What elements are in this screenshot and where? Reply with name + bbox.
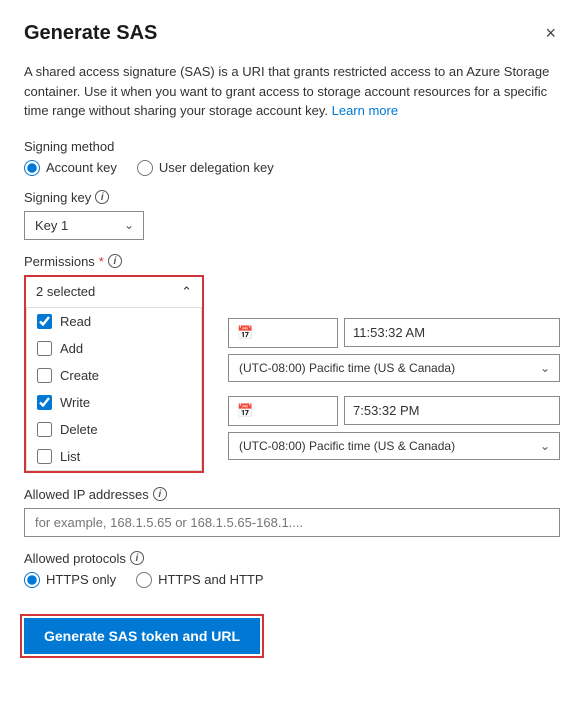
permissions-info-icon: i [108,254,122,268]
start-time-row: 📅 [228,318,560,348]
https-http-label: HTTPS and HTTP [158,572,263,587]
permissions-dropdown-box: 2 selected ⌃ Read Add [24,275,204,473]
permission-read-label: Read [60,314,91,329]
allowed-ip-group: Allowed IP addresses i [24,487,560,537]
allowed-ip-info-icon: i [153,487,167,501]
dialog-header: Generate SAS × [24,20,560,46]
https-only-radio[interactable] [24,572,40,588]
permission-delete-checkbox[interactable] [37,422,52,437]
permissions-chevron-icon: ⌃ [181,284,192,300]
signing-key-group: Signing key i Key 1 ⌄ [24,190,560,240]
permission-list-option[interactable]: List [27,443,201,470]
permission-write-option[interactable]: Write [27,389,201,416]
permission-list-checkbox[interactable] [37,449,52,464]
account-key-radio[interactable] [24,160,40,176]
account-key-option[interactable]: Account key [24,160,117,176]
permission-list-label: List [60,449,80,464]
account-key-label: Account key [46,160,117,175]
signing-method-label: Signing method [24,139,560,154]
permissions-label: Permissions * i [24,254,214,269]
expiry-timezone-wrapper: (UTC-08:00) Pacific time (US & Canada) ⌄ [228,432,560,460]
permission-delete-label: Delete [60,422,98,437]
permissions-required-star: * [99,254,104,269]
permission-create-checkbox[interactable] [37,368,52,383]
protocols-radio-group: HTTPS only HTTPS and HTTP [24,572,560,588]
expiry-timezone-select[interactable]: (UTC-08:00) Pacific time (US & Canada) [228,432,560,460]
start-date-picker[interactable]: 📅 [228,318,338,348]
https-only-option[interactable]: HTTPS only [24,572,116,588]
https-only-label: HTTPS only [46,572,116,587]
permission-write-label: Write [60,395,90,410]
datetime-column: 📅 (UTC-08:00) Pacific time (US & Canada)… [214,254,560,474]
https-http-option[interactable]: HTTPS and HTTP [136,572,263,588]
allowed-protocols-label: Allowed protocols i [24,551,560,566]
expiry-calendar-icon: 📅 [237,403,253,419]
permission-add-checkbox[interactable] [37,341,52,356]
permission-read-checkbox[interactable] [37,314,52,329]
permission-add-label: Add [60,341,83,356]
calendar-icon: 📅 [237,325,253,341]
description-text: A shared access signature (SAS) is a URI… [24,62,560,121]
signing-key-select[interactable]: Key 1 [24,211,144,240]
https-http-radio[interactable] [136,572,152,588]
permissions-list: Read Add Create Write [26,308,202,471]
permission-create-option[interactable]: Create [27,362,201,389]
permissions-column: Permissions * i 2 selected ⌃ Read [24,254,214,487]
generate-sas-dialog: Generate SAS × A shared access signature… [0,0,584,708]
permissions-header[interactable]: 2 selected ⌃ [26,277,202,308]
signing-method-radio-group: Account key User delegation key [24,160,560,176]
user-delegation-radio[interactable] [137,160,153,176]
start-time-input[interactable] [344,318,560,347]
allowed-ip-input[interactable] [24,508,560,537]
start-timezone-select[interactable]: (UTC-08:00) Pacific time (US & Canada) [228,354,560,382]
user-delegation-label: User delegation key [159,160,274,175]
learn-more-link[interactable]: Learn more [332,103,398,118]
start-timezone-wrapper: (UTC-08:00) Pacific time (US & Canada) ⌄ [228,354,560,382]
permission-delete-option[interactable]: Delete [27,416,201,443]
expiry-date-picker[interactable]: 📅 [228,396,338,426]
permissions-selected-count: 2 selected [36,284,95,299]
start-datetime-group: 📅 (UTC-08:00) Pacific time (US & Canada)… [228,254,560,460]
allowed-protocols-info-icon: i [130,551,144,565]
permission-read-option[interactable]: Read [27,308,201,335]
user-delegation-option[interactable]: User delegation key [137,160,274,176]
permission-write-checkbox[interactable] [37,395,52,410]
signing-method-group: Signing method Account key User delegati… [24,139,560,176]
expiry-time-row: 📅 [228,396,560,426]
signing-key-label: Signing key i [24,190,560,205]
allowed-ip-label: Allowed IP addresses i [24,487,560,502]
close-button[interactable]: × [541,20,560,46]
signing-key-info-icon: i [95,190,109,204]
permissions-group: Permissions * i 2 selected ⌃ Read [24,254,214,473]
signing-key-select-wrapper: Key 1 ⌄ [24,211,144,240]
expiry-time-input[interactable] [344,396,560,425]
permission-create-label: Create [60,368,99,383]
generate-sas-button[interactable]: Generate SAS token and URL [24,618,260,654]
permission-add-option[interactable]: Add [27,335,201,362]
dialog-title: Generate SAS [24,22,157,45]
allowed-protocols-group: Allowed protocols i HTTPS only HTTPS and… [24,551,560,588]
